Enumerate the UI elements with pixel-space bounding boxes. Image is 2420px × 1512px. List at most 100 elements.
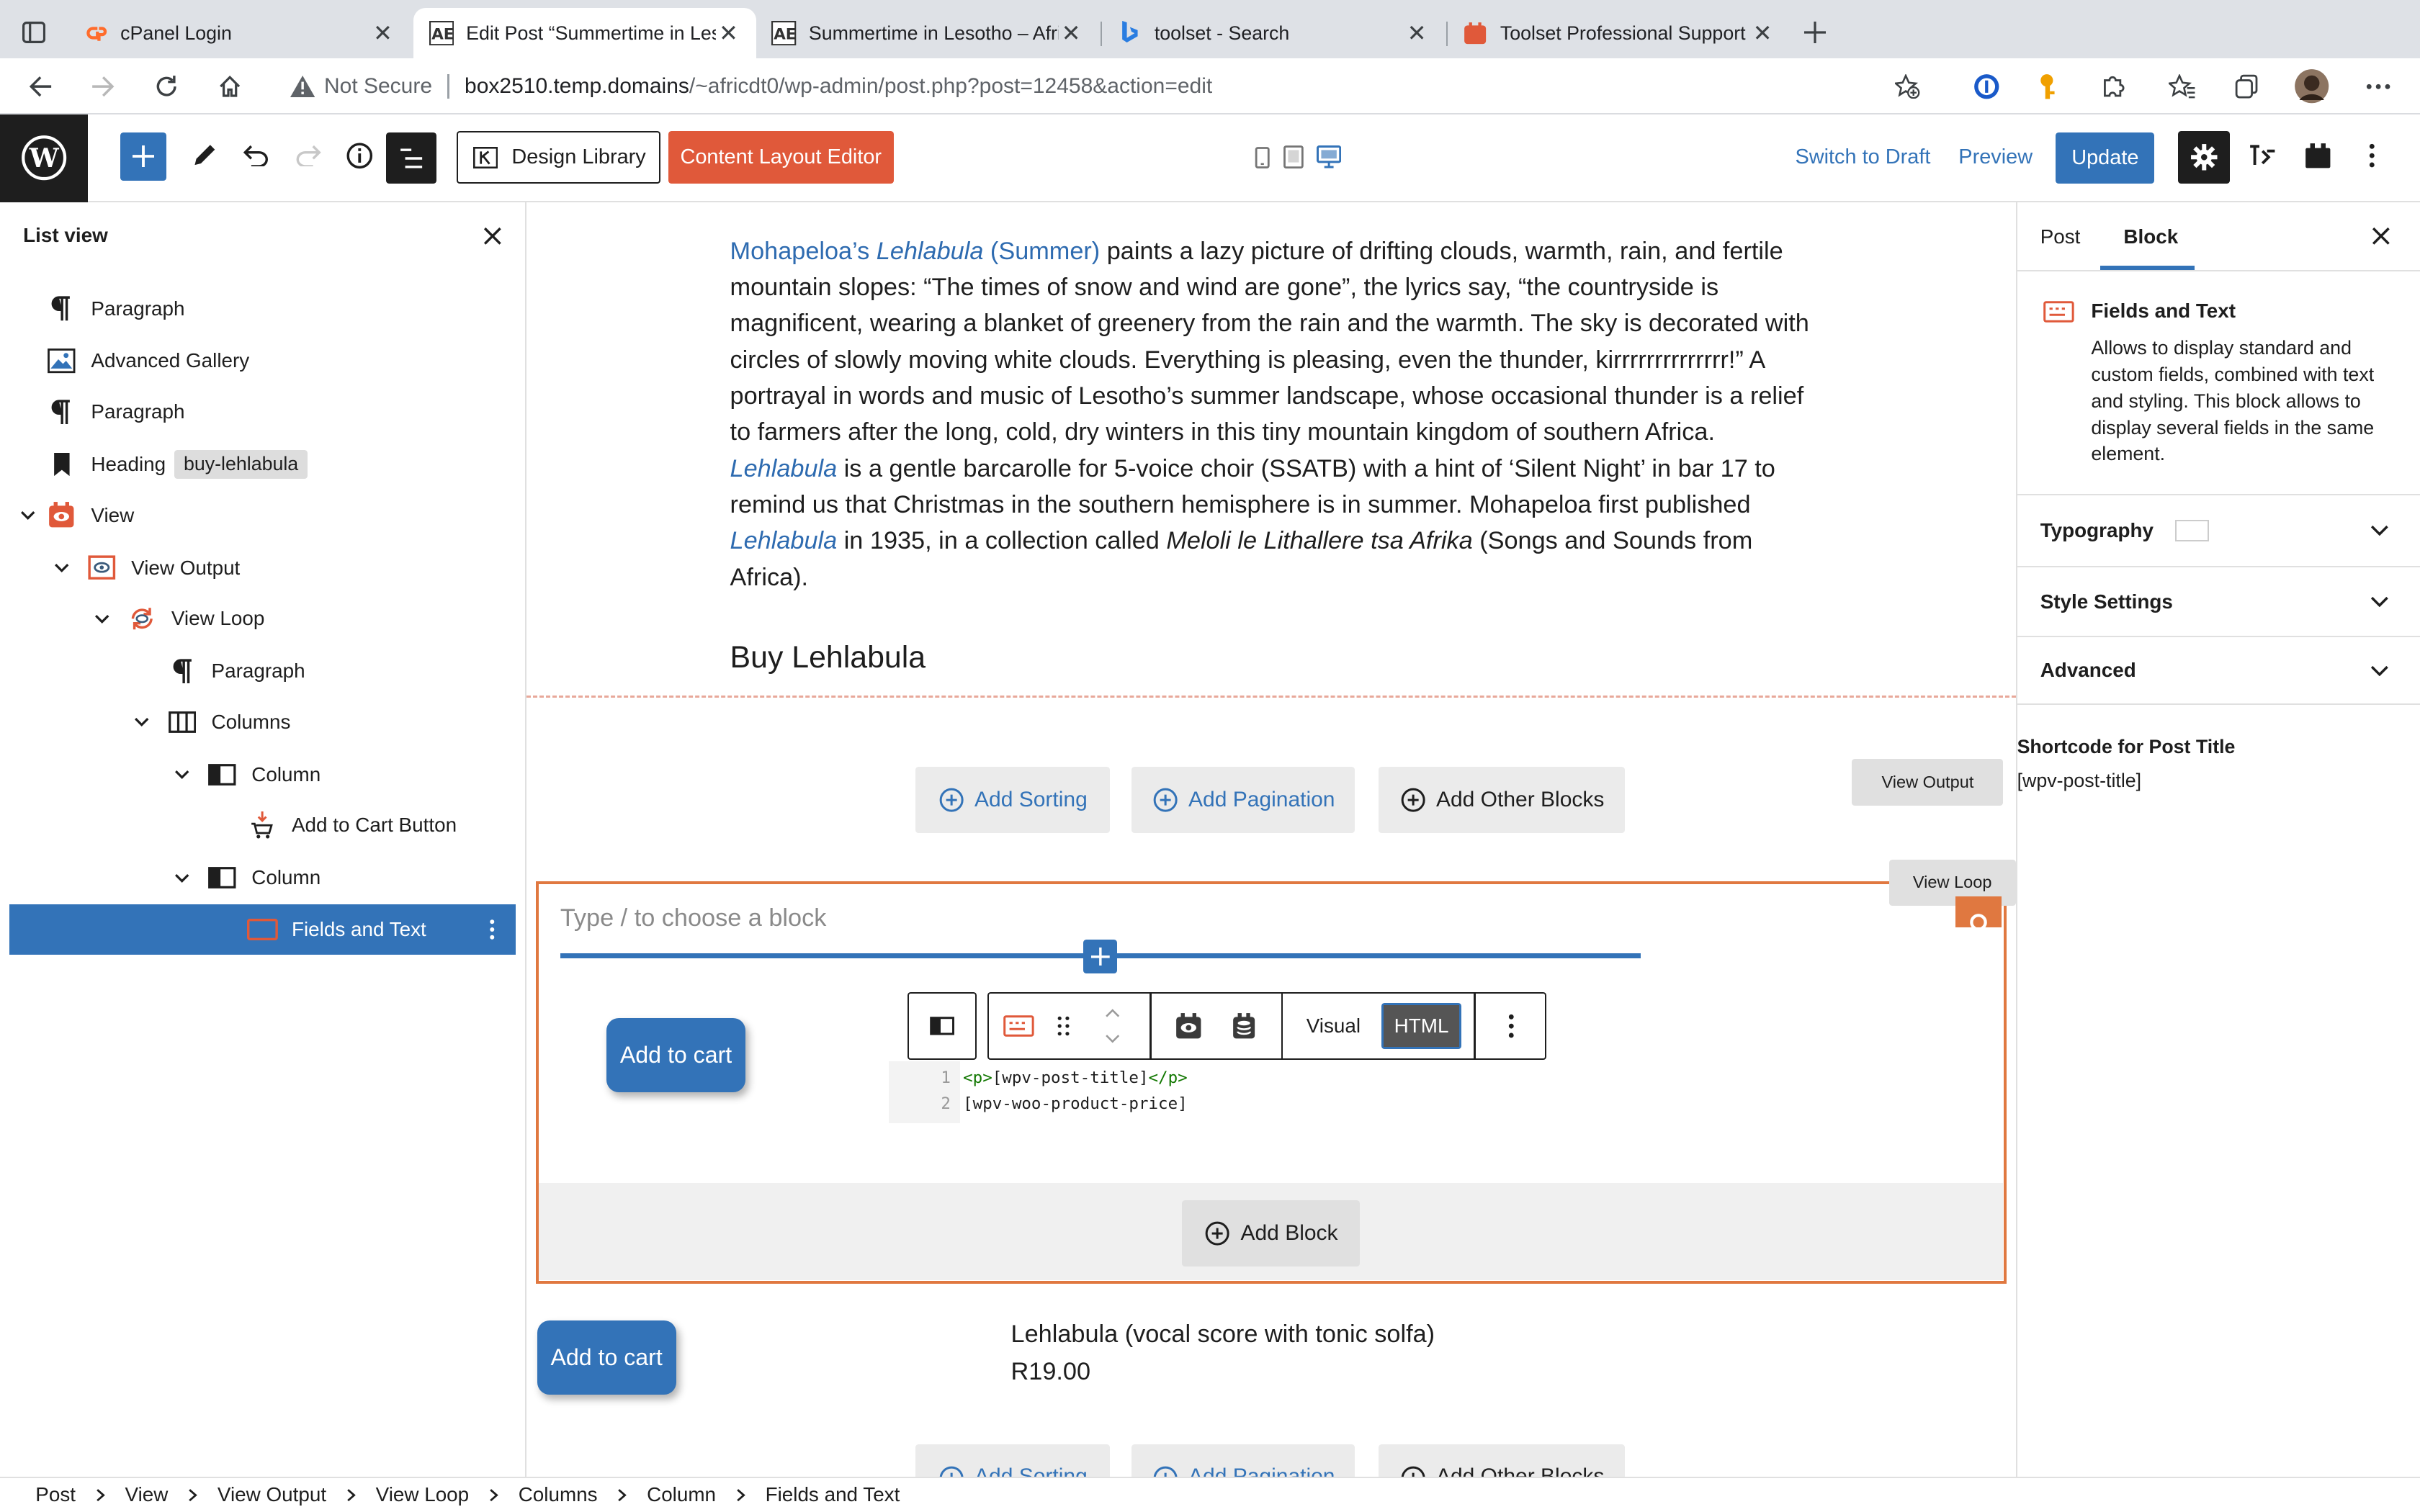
add-block-button[interactable]: Add Block: [1182, 1200, 1360, 1266]
more-options-icon[interactable]: [2360, 68, 2396, 104]
tab-post[interactable]: Post: [2040, 225, 2081, 248]
add-block-button[interactable]: [120, 132, 167, 181]
editor-options-icon[interactable]: [2354, 138, 2390, 174]
browser-tab-cpanel[interactable]: cPanel Login ✕: [68, 8, 411, 59]
reload-icon[interactable]: [148, 68, 185, 104]
close-sidebar-icon[interactable]: [2366, 220, 2397, 251]
add-sorting-button[interactable]: Add Sorting: [915, 766, 1110, 834]
breadcrumb-item[interactable]: Fields and Text: [766, 1483, 900, 1506]
block-placeholder[interactable]: Type / to choose a block: [560, 904, 827, 932]
redo-icon[interactable]: [290, 138, 327, 174]
switch-to-draft-button[interactable]: Switch to Draft: [1787, 131, 1938, 184]
inline-link[interactable]: Lehlabula: [730, 455, 838, 482]
browser-tab-toolset-support[interactable]: Toolset Professional Support - ✕: [1448, 8, 1791, 59]
close-tab-icon[interactable]: ✕: [370, 20, 395, 46]
add-pagination-button[interactable]: Add Pagination: [1131, 766, 1355, 834]
close-list-view-icon[interactable]: [477, 220, 508, 251]
undo-icon[interactable]: [238, 138, 274, 174]
advanced-panel[interactable]: Advanced: [2017, 635, 2420, 706]
browser-tab-bing[interactable]: toolset - Search ✕: [1102, 8, 1445, 59]
toolset-blocks-icon[interactable]: [2300, 138, 2336, 174]
html-mode-button[interactable]: HTML: [1381, 1002, 1462, 1050]
list-item-heading[interactable]: Heading buy-lehlabula: [9, 440, 516, 490]
fields-text-icon[interactable]: [1000, 1007, 1037, 1044]
settings-gear-icon[interactable]: [2177, 131, 2231, 184]
profile-avatar[interactable]: [2293, 68, 2330, 104]
dynamic-sources-icon[interactable]: [1225, 1007, 1262, 1044]
inline-link[interactable]: Mohapeloa’s Lehlabula (Summer): [730, 238, 1101, 265]
add-to-cart-button[interactable]: Add to cart: [606, 1018, 745, 1093]
breadcrumb-item[interactable]: View: [125, 1483, 169, 1506]
chevron-down-icon[interactable]: [91, 608, 112, 629]
item-options-icon[interactable]: [475, 912, 509, 946]
view-output-tag[interactable]: View Output: [1852, 759, 2004, 806]
add-pagination-button[interactable]: Add Pagination: [1131, 1444, 1355, 1477]
move-down-icon[interactable]: [1098, 1029, 1129, 1048]
visual-mode-button[interactable]: Visual: [1296, 1004, 1371, 1048]
wordpress-logo-icon[interactable]: W: [0, 114, 89, 202]
add-other-blocks-button[interactable]: Add Other Blocks: [1378, 1444, 1626, 1477]
block-options-icon[interactable]: [1492, 1007, 1529, 1044]
move-up-icon[interactable]: [1098, 1004, 1129, 1023]
list-item-view[interactable]: View: [9, 490, 516, 540]
breadcrumb-item[interactable]: Post: [35, 1483, 76, 1506]
list-item-column[interactable]: Column: [9, 750, 516, 799]
code-editor[interactable]: 1 <p>[wpv-post-title]</p> 2 [wpv-woo-pro…: [889, 1061, 1475, 1123]
body-paragraph[interactable]: Mohapeloa’s Lehlabula (Summer) paints a …: [730, 233, 1811, 596]
preview-button[interactable]: Preview: [1951, 131, 2040, 184]
inline-link[interactable]: Lehlabula: [730, 527, 838, 554]
list-item-view-output[interactable]: View Output: [9, 543, 516, 593]
list-item-view-loop[interactable]: View Loop: [9, 594, 516, 644]
toolset-panel-icon[interactable]: [2244, 138, 2281, 174]
add-to-cart-button[interactable]: Add to cart: [537, 1320, 676, 1395]
close-tab-icon[interactable]: ✕: [716, 20, 740, 46]
desktop-preview-icon[interactable]: [1314, 143, 1345, 171]
section-heading[interactable]: Buy Lehlabula: [730, 640, 926, 675]
breadcrumb-item[interactable]: View Output: [218, 1483, 326, 1506]
design-library-button[interactable]: Design Library: [457, 131, 661, 184]
chevron-down-icon[interactable]: [131, 711, 153, 733]
collections-icon[interactable]: [2228, 68, 2265, 104]
chevron-down-icon[interactable]: [51, 557, 73, 579]
style-settings-panel[interactable]: Style Settings: [2017, 566, 2420, 635]
list-item-advanced-gallery[interactable]: Advanced Gallery: [9, 336, 516, 386]
address-bar[interactable]: Not Secure box2510.temp.domains /~africd…: [272, 64, 1954, 108]
forward-icon[interactable]: [85, 68, 122, 104]
update-button[interactable]: Update: [2056, 132, 2155, 184]
close-tab-icon[interactable]: ✕: [1750, 20, 1775, 46]
parent-column-button[interactable]: [907, 991, 977, 1061]
list-item-columns[interactable]: Columns: [9, 698, 516, 747]
list-item-paragraph[interactable]: Paragraph: [9, 284, 516, 333]
list-item-paragraph[interactable]: Paragraph: [9, 647, 516, 696]
drag-handle-icon[interactable]: [1048, 1007, 1079, 1044]
browser-tab-edit-post[interactable]: AE Edit Post “Summertime in Lesotho ✕: [413, 7, 756, 59]
new-tab-icon[interactable]: [1800, 17, 1831, 48]
content-layout-editor-button[interactable]: Content Layout Editor: [668, 131, 894, 184]
info-icon[interactable]: [341, 138, 378, 174]
breadcrumb-item[interactable]: Column: [647, 1483, 716, 1506]
chevron-down-icon[interactable]: [171, 764, 193, 786]
mobile-preview-icon[interactable]: [1252, 145, 1273, 169]
breadcrumb-item[interactable]: View Loop: [376, 1483, 470, 1506]
preview-eye-icon[interactable]: [1170, 1007, 1206, 1044]
add-other-blocks-button[interactable]: Add Other Blocks: [1378, 766, 1626, 834]
home-icon[interactable]: [212, 68, 248, 104]
tab-block[interactable]: Block: [2123, 225, 2178, 248]
close-tab-icon[interactable]: ✕: [1404, 20, 1429, 46]
list-item-add-to-cart-button[interactable]: Add to Cart Button: [9, 801, 516, 850]
edit-tools-icon[interactable]: [185, 138, 222, 174]
loop-settings-icon[interactable]: [1955, 896, 2002, 927]
inline-inserter-button[interactable]: [1083, 939, 1118, 974]
chevron-down-icon[interactable]: [171, 867, 193, 888]
tab-actions-icon[interactable]: [22, 20, 46, 45]
breadcrumb-item[interactable]: Columns: [519, 1483, 598, 1506]
password-manager-icon[interactable]: [1968, 68, 2004, 104]
list-view-toggle-icon[interactable]: [385, 132, 437, 184]
extensions-icon[interactable]: [2094, 68, 2131, 104]
list-item-paragraph[interactable]: Paragraph: [9, 387, 516, 437]
browser-tab-summertime[interactable]: AE Summertime in Lesotho – Africa ✕: [756, 8, 1099, 59]
typography-panel[interactable]: Typography: [2017, 493, 2420, 567]
tablet-preview-icon[interactable]: [1279, 145, 1307, 169]
favorites-icon[interactable]: [2164, 68, 2200, 104]
add-favorite-icon[interactable]: [1895, 73, 1920, 99]
